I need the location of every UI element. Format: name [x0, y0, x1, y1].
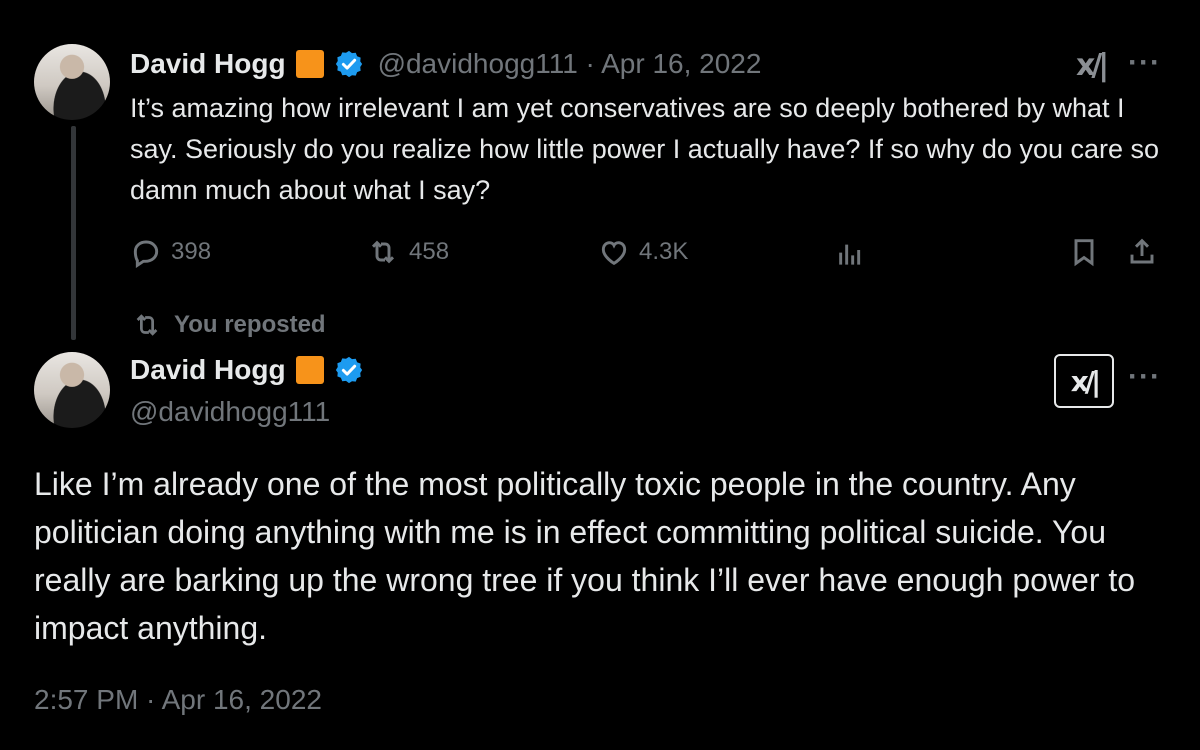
handle-and-date[interactable]: @davidhogg111 · Apr 16, 2022 [378, 48, 762, 80]
repost-icon [136, 314, 158, 336]
tweet-header: David Hogg [130, 354, 364, 386]
repost-button[interactable]: 458 [366, 236, 449, 268]
views-icon [839, 244, 861, 265]
tweet-text: Like I’m already one of the most politic… [34, 466, 1136, 646]
handle[interactable]: @davidhogg111 [130, 396, 330, 428]
xai-logo-icon: x/| [1070, 364, 1101, 398]
share-button[interactable] [1126, 236, 1158, 268]
xai-logo-button[interactable]: x/| [1054, 354, 1114, 408]
repost-count: 458 [409, 238, 450, 265]
avatar[interactable] [34, 352, 110, 428]
like-button[interactable]: 4.3K [598, 236, 688, 268]
like-count: 4.3K [639, 238, 689, 265]
author-name[interactable]: David Hogg [130, 48, 286, 80]
verified-badge-icon [335, 356, 362, 384]
views-button[interactable] [834, 238, 866, 270]
flag-emoji-icon [295, 50, 324, 78]
like-icon [601, 241, 627, 266]
tweet-text: It’s amazing how irrelevant I am yet con… [130, 93, 1160, 205]
avatar[interactable] [34, 44, 110, 120]
reply-button[interactable]: 398 [130, 236, 211, 268]
timestamp[interactable]: 2:57 PM · Apr 16, 2022 [34, 684, 322, 716]
share-icon [1130, 238, 1154, 264]
author-name[interactable]: David Hogg [130, 354, 286, 386]
bookmark-button[interactable] [1068, 236, 1100, 268]
more-icon[interactable]: ··· [1128, 360, 1161, 394]
repost-icon [371, 240, 395, 264]
xai-logo-icon[interactable]: x/| [1076, 48, 1109, 83]
bookmark-icon [1074, 239, 1094, 267]
repost-context: You reposted [132, 310, 326, 340]
more-icon[interactable]: ··· [1128, 46, 1161, 80]
thread-line [71, 126, 76, 340]
reply-icon [133, 240, 159, 268]
verified-badge-icon [335, 50, 362, 78]
repost-label: You reposted [174, 311, 326, 338]
reply-count: 398 [171, 238, 212, 265]
tweet-header: David Hogg @davidhogg111 · Apr 16, 2022 [130, 48, 761, 80]
flag-emoji-icon [295, 356, 324, 384]
